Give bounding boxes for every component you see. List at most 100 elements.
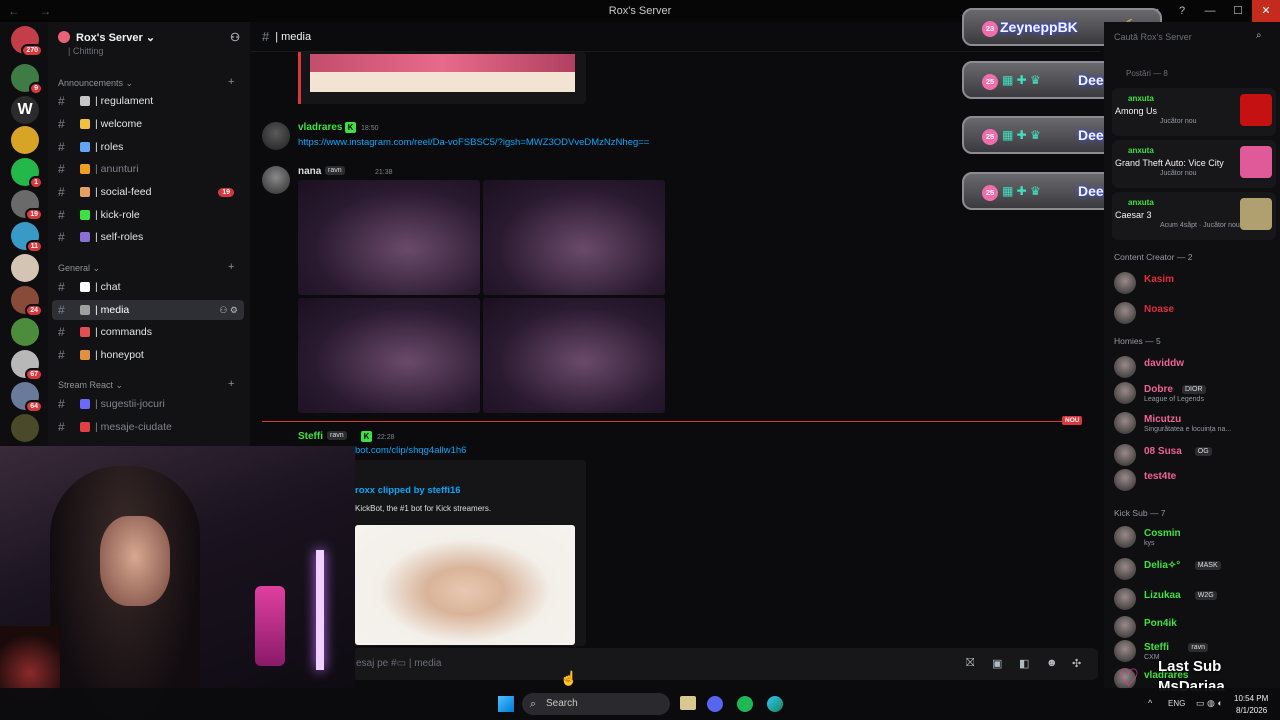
clock-date[interactable]: 8/1/2026: [1236, 706, 1267, 715]
taskbar-search[interactable]: ⌕ Search: [522, 693, 670, 715]
add-member-icon[interactable]: ⚇: [230, 31, 240, 44]
media-image[interactable]: [298, 180, 480, 295]
channel-category[interactable]: Announcements ⌄ +: [58, 76, 234, 89]
embed-image[interactable]: [310, 54, 575, 72]
media-image[interactable]: [483, 180, 665, 295]
avatar[interactable]: [262, 122, 290, 150]
file-explorer-icon[interactable]: [680, 696, 696, 710]
member-name[interactable]: daviddw: [1144, 358, 1184, 369]
clipped-channel[interactable]: | Chitting: [68, 46, 103, 56]
server-icon[interactable]: [11, 318, 39, 346]
channel-settings-icon[interactable]: ⚇ ⚙: [219, 305, 238, 316]
emoji-icon[interactable]: ☻: [1046, 657, 1058, 669]
channel-item[interactable]: # | media ⚇ ⚙: [52, 300, 244, 320]
tray-chevron-icon[interactable]: ^: [1148, 698, 1152, 708]
sticker-icon[interactable]: ◧: [1019, 657, 1029, 670]
channel-item[interactable]: # | roles: [52, 137, 244, 157]
close-button[interactable]: ✕: [1252, 0, 1280, 22]
message-author[interactable]: nana: [298, 166, 321, 177]
member-name[interactable]: 08 Susa: [1144, 446, 1182, 457]
channel-item[interactable]: # | commands: [52, 322, 244, 342]
activity-card[interactable]: anxuta Among Us Jucător nou: [1112, 88, 1276, 136]
media-image[interactable]: [483, 298, 665, 413]
avatar[interactable]: [1114, 444, 1136, 466]
activity-card[interactable]: anxuta Caesar 3 Acum 4săpt · Jucător nou: [1112, 192, 1276, 240]
avatar[interactable]: [1114, 382, 1136, 404]
server-icon[interactable]: 11: [11, 222, 43, 253]
server-icon[interactable]: 9: [11, 64, 43, 95]
member-name[interactable]: Cosmin: [1144, 528, 1181, 539]
gift-icon[interactable]: ⛝: [966, 657, 974, 670]
channel-item[interactable]: # | self-roles: [52, 227, 244, 247]
server-icon[interactable]: [11, 254, 39, 282]
avatar[interactable]: [1114, 558, 1136, 580]
avatar[interactable]: [1114, 588, 1136, 610]
avatar[interactable]: [1114, 356, 1136, 378]
avatar[interactable]: [1114, 272, 1136, 294]
channel-item[interactable]: # | regulament: [52, 91, 244, 111]
member-name[interactable]: test4te: [1144, 471, 1176, 482]
network-icon[interactable]: ▭ ◍ ◐: [1196, 698, 1223, 709]
discord-icon[interactable]: [707, 696, 723, 712]
member-search[interactable]: Caută Rox's Server: [1114, 32, 1192, 42]
member-name[interactable]: Noase: [1144, 304, 1174, 315]
add-channel-icon[interactable]: +: [228, 76, 234, 88]
embed-thumbnail[interactable]: [355, 525, 575, 645]
message-link[interactable]: bot.com/clip/shqg4allw1h6: [355, 445, 466, 456]
apps-icon[interactable]: ✣: [1072, 657, 1081, 670]
embed-title[interactable]: roxx clipped by steffi16: [355, 485, 461, 496]
channel-category[interactable]: Stream React ⌄ +: [58, 378, 234, 391]
avatar[interactable]: [262, 166, 290, 194]
start-icon[interactable]: [498, 696, 514, 712]
avatar[interactable]: [1114, 616, 1136, 638]
activity-card[interactable]: anxuta Grand Theft Auto: Vice City Jucător…: [1112, 140, 1276, 188]
member-name[interactable]: Pon4ik: [1144, 618, 1177, 629]
avatar[interactable]: [1114, 469, 1136, 491]
edge-icon[interactable]: [767, 696, 783, 712]
avatar[interactable]: [1114, 526, 1136, 548]
server-icon[interactable]: 1: [11, 158, 43, 189]
server-icon[interactable]: 270: [11, 26, 43, 57]
message-author[interactable]: vladrares: [298, 122, 342, 133]
new-messages-divider: [262, 421, 1062, 422]
language-indicator[interactable]: ENG: [1168, 699, 1185, 708]
message-author[interactable]: Steffi: [298, 431, 323, 442]
help-icon[interactable]: ?: [1168, 0, 1196, 22]
channel-item[interactable]: # | honeypot: [52, 345, 244, 365]
minimize-button[interactable]: —: [1196, 0, 1224, 22]
member-name[interactable]: Micutzu: [1144, 414, 1181, 425]
search-icon[interactable]: ⌕: [1256, 30, 1262, 41]
server-icon[interactable]: 67: [11, 350, 43, 381]
member-name[interactable]: Lizukaa: [1144, 590, 1181, 601]
channel-item[interactable]: # | social-feed 19: [52, 182, 244, 202]
channel-item[interactable]: # | anunturi: [52, 159, 244, 179]
webcam-overlay: [0, 446, 355, 720]
server-icon[interactable]: [11, 126, 39, 154]
gif-icon[interactable]: ▣: [992, 657, 1002, 670]
channel-item[interactable]: # | kick-role: [52, 205, 244, 225]
add-channel-icon[interactable]: +: [228, 261, 234, 273]
member-name[interactable]: Kasim: [1144, 274, 1174, 285]
channel-item[interactable]: # | chat: [52, 277, 244, 297]
message-composer[interactable]: esaj pe #▭ | media ⛝ ▣ ◧ ☻ ✣: [352, 648, 1098, 680]
message-link[interactable]: https://www.instagram.com/reel/Da-voFSBS…: [298, 137, 649, 148]
avatar[interactable]: [1114, 302, 1136, 324]
clock-time[interactable]: 10:54 PM: [1234, 694, 1268, 703]
spotify-icon[interactable]: [737, 696, 753, 712]
media-image[interactable]: [298, 298, 480, 413]
avatar[interactable]: [1114, 412, 1136, 434]
channel-category[interactable]: General ⌄ +: [58, 261, 234, 274]
maximize-button[interactable]: ☐: [1224, 0, 1252, 22]
server-icon[interactable]: [11, 414, 39, 442]
member-name[interactable]: Delia✧°: [1144, 560, 1180, 571]
server-icon[interactable]: 19: [11, 190, 43, 221]
channel-item[interactable]: # | sugestii-jocuri: [52, 394, 244, 414]
server-icon[interactable]: W: [11, 96, 39, 124]
server-icon[interactable]: 64: [11, 382, 43, 413]
channel-item[interactable]: # | welcome: [52, 114, 244, 134]
member-name[interactable]: Steffi: [1144, 642, 1169, 653]
member-name[interactable]: Dobre: [1144, 384, 1173, 395]
channel-item[interactable]: # | mesaje-ciudate: [52, 417, 244, 437]
server-icon[interactable]: 24: [11, 286, 43, 317]
add-channel-icon[interactable]: +: [228, 378, 234, 390]
